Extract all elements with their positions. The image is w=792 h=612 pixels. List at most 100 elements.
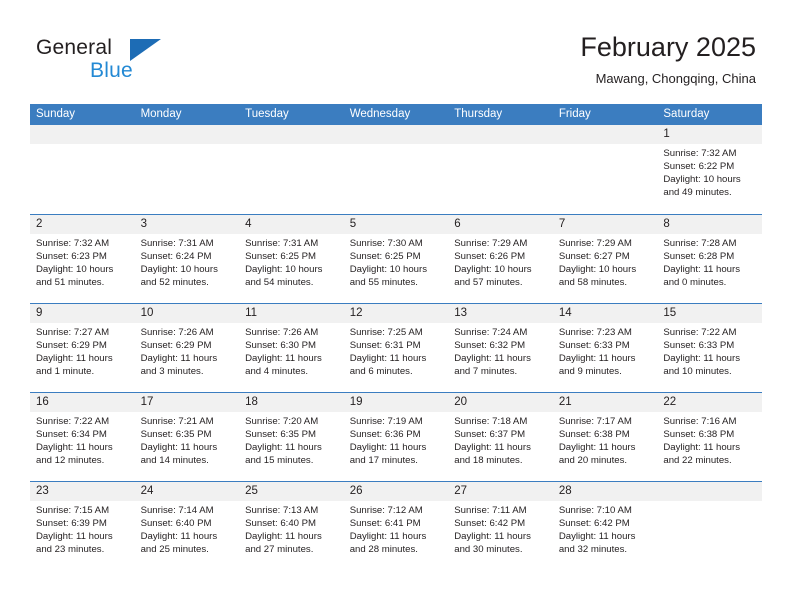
weekday-header-row: Sunday Monday Tuesday Wednesday Thursday… bbox=[30, 104, 762, 125]
sunset-text: Sunset: 6:41 PM bbox=[349, 518, 421, 530]
calendar-day-cell[interactable]: 16 Sunrise: 7:22 AM Sunset: 6:34 PM Dayligh… bbox=[30, 393, 135, 481]
weekday-header-thursday: Thursday bbox=[454, 108, 503, 120]
daylight-text-line1: Daylight: 11 hours bbox=[454, 442, 531, 454]
calendar-day-cell[interactable]: 18 Sunrise: 7:20 AM Sunset: 6:35 PM Dayligh… bbox=[239, 393, 344, 481]
calendar-day-cell[interactable]: 15 Sunrise: 7:22 AM Sunset: 6:33 PM Dayligh… bbox=[657, 304, 762, 392]
calendar-day-cell[interactable]: 3 Sunrise: 7:31 AM Sunset: 6:24 PM Daylight… bbox=[134, 215, 240, 303]
day-number: 8 bbox=[657, 215, 762, 234]
calendar-day-cell[interactable]: 25 Sunrise: 7:13 AM Sunset: 6:40 PM Dayligh… bbox=[239, 482, 344, 570]
page-header: General Blue February 2025 Mawang, Chong… bbox=[0, 0, 792, 104]
calendar-day-cell[interactable]: 8 Sunrise: 7:28 AM Sunset: 6:28 PM Daylight… bbox=[657, 215, 762, 303]
sunrise-text: Sunrise: 7:12 AM bbox=[349, 505, 423, 516]
logo-text-blue: Blue bbox=[90, 59, 133, 82]
daylight-text-line2: and 49 minutes. bbox=[663, 187, 732, 199]
calendar-day-cell[interactable]: 19 Sunrise: 7:19 AM Sunset: 6:36 PM Dayligh… bbox=[343, 393, 449, 481]
sunrise-text: Sunrise: 7:24 AM bbox=[454, 327, 528, 338]
calendar-day-cell[interactable]: 10 Sunrise: 7:26 AM Sunset: 6:29 PM Dayligh… bbox=[134, 304, 240, 392]
day-sun-info: Sunrise: 7:15 AM Sunset: 6:39 PM Daylight:… bbox=[30, 501, 135, 556]
calendar-day-cell[interactable]: 26 Sunrise: 7:12 AM Sunset: 6:41 PM Dayligh… bbox=[343, 482, 449, 570]
sunset-text: Sunset: 6:24 PM bbox=[140, 251, 212, 263]
calendar-day-cell[interactable]: 7 Sunrise: 7:29 AM Sunset: 6:27 PM Daylight… bbox=[552, 215, 658, 303]
daylight-text-line1: Daylight: 11 hours bbox=[36, 442, 113, 454]
calendar-day-cell[interactable]: 22 Sunrise: 7:16 AM Sunset: 6:38 PM Dayligh… bbox=[657, 393, 762, 481]
day-number: 26 bbox=[343, 482, 449, 501]
daylight-text-line1: Daylight: 11 hours bbox=[349, 353, 427, 365]
daylight-text-line2: and 14 minutes. bbox=[140, 455, 209, 467]
day-number: 14 bbox=[552, 304, 658, 323]
daylight-text-line1: Daylight: 11 hours bbox=[454, 531, 531, 543]
sunrise-text: Sunrise: 7:13 AM bbox=[245, 505, 319, 516]
day-sun-info: Sunrise: 7:12 AM Sunset: 6:41 PM Daylight:… bbox=[344, 501, 449, 556]
calendar-day-cell[interactable]: 1 Sunrise: 7:32 AM Sunset: 6:22 PM Daylight… bbox=[657, 125, 762, 214]
weekday-header-saturday: Saturday bbox=[663, 108, 710, 120]
day-number: 27 bbox=[448, 482, 553, 501]
daylight-text-line1: Daylight: 11 hours bbox=[140, 353, 218, 365]
weekday-header-tuesday: Tuesday bbox=[245, 108, 289, 120]
sunrise-text: Sunrise: 7:20 AM bbox=[245, 416, 319, 427]
calendar-day-cell[interactable]: 4 Sunrise: 7:31 AM Sunset: 6:25 PM Daylight… bbox=[239, 215, 344, 303]
calendar-page: General Blue February 2025 Mawang, Chong… bbox=[0, 0, 792, 612]
day-sun-info: Sunrise: 7:31 AM Sunset: 6:25 PM Daylight:… bbox=[239, 234, 344, 289]
sunset-text: Sunset: 6:29 PM bbox=[140, 340, 212, 352]
daylight-text-line1: Daylight: 11 hours bbox=[663, 353, 740, 365]
daylight-text-line1: Daylight: 11 hours bbox=[245, 353, 322, 365]
calendar-day-cell[interactable]: 23 Sunrise: 7:15 AM Sunset: 6:39 PM Dayligh… bbox=[30, 482, 135, 570]
sunset-text: Sunset: 6:33 PM bbox=[558, 340, 630, 352]
sunrise-text: Sunrise: 7:25 AM bbox=[349, 327, 423, 338]
day-number bbox=[239, 125, 344, 144]
daylight-text-line2: and 0 minutes. bbox=[663, 277, 727, 289]
calendar-day-cell[interactable]: 24 Sunrise: 7:14 AM Sunset: 6:40 PM Dayligh… bbox=[134, 482, 240, 570]
daylight-text-line2: and 6 minutes. bbox=[349, 366, 413, 378]
sunrise-text: Sunrise: 7:26 AM bbox=[245, 327, 319, 338]
calendar-day-cell[interactable]: 5 Sunrise: 7:30 AM Sunset: 6:25 PM Daylight… bbox=[343, 215, 449, 303]
calendar-day-cell[interactable]: 2 Sunrise: 7:32 AM Sunset: 6:23 PM Daylight… bbox=[30, 215, 135, 303]
day-sun-info: Sunrise: 7:32 AM Sunset: 6:22 PM Daylight:… bbox=[657, 144, 762, 199]
sunrise-text: Sunrise: 7:16 AM bbox=[663, 416, 737, 427]
daylight-text-line2: and 32 minutes. bbox=[558, 544, 628, 556]
calendar-day-cell[interactable]: 27 Sunrise: 7:11 AM Sunset: 6:42 PM Dayligh… bbox=[448, 482, 553, 570]
calendar-day-cell-empty bbox=[343, 125, 449, 214]
calendar-day-cell[interactable]: 28 Sunrise: 7:10 AM Sunset: 6:42 PM Dayligh… bbox=[552, 482, 658, 570]
day-sun-info: Sunrise: 7:18 AM Sunset: 6:37 PM Daylight:… bbox=[448, 412, 553, 467]
daylight-text-line1: Daylight: 10 hours bbox=[349, 264, 428, 276]
calendar-day-cell[interactable]: 20 Sunrise: 7:18 AM Sunset: 6:37 PM Dayligh… bbox=[448, 393, 553, 481]
page-subtitle: Mawang, Chongqing, China bbox=[595, 71, 756, 86]
calendar-day-cell[interactable]: 21 Sunrise: 7:17 AM Sunset: 6:38 PM Dayligh… bbox=[552, 393, 658, 481]
sunrise-text: Sunrise: 7:11 AM bbox=[454, 505, 527, 516]
day-number: 15 bbox=[657, 304, 762, 323]
calendar-day-cell[interactable]: 11 Sunrise: 7:26 AM Sunset: 6:30 PM Dayligh… bbox=[239, 304, 344, 392]
sunset-text: Sunset: 6:37 PM bbox=[454, 429, 526, 441]
sunrise-text: Sunrise: 7:23 AM bbox=[558, 327, 632, 338]
day-sun-info: Sunrise: 7:24 AM Sunset: 6:32 PM Daylight:… bbox=[448, 323, 553, 378]
day-number: 21 bbox=[552, 393, 658, 412]
calendar-day-cell[interactable]: 6 Sunrise: 7:29 AM Sunset: 6:26 PM Daylight… bbox=[448, 215, 553, 303]
calendar-day-cell[interactable]: 9 Sunrise: 7:27 AM Sunset: 6:29 PM Daylight… bbox=[30, 304, 135, 392]
day-sun-info: Sunrise: 7:16 AM Sunset: 6:38 PM Daylight:… bbox=[657, 412, 762, 467]
daylight-text-line2: and 22 minutes. bbox=[663, 455, 732, 467]
daylight-text-line1: Daylight: 11 hours bbox=[140, 531, 218, 543]
calendar-day-cell[interactable]: 12 Sunrise: 7:25 AM Sunset: 6:31 PM Dayligh… bbox=[343, 304, 449, 392]
daylight-text-line2: and 4 minutes. bbox=[245, 366, 309, 378]
daylight-text-line2: and 3 minutes. bbox=[140, 366, 204, 378]
day-number: 23 bbox=[30, 482, 135, 501]
sunset-text: Sunset: 6:25 PM bbox=[245, 251, 317, 263]
day-sun-info: Sunrise: 7:26 AM Sunset: 6:29 PM Daylight:… bbox=[135, 323, 240, 378]
day-number bbox=[552, 125, 658, 144]
calendar-day-cell[interactable]: 17 Sunrise: 7:21 AM Sunset: 6:35 PM Dayligh… bbox=[134, 393, 240, 481]
day-number: 1 bbox=[657, 125, 762, 144]
daylight-text-line1: Daylight: 11 hours bbox=[140, 442, 218, 454]
sunset-text: Sunset: 6:42 PM bbox=[558, 518, 630, 530]
day-sun-info: Sunrise: 7:17 AM Sunset: 6:38 PM Daylight:… bbox=[553, 412, 658, 467]
day-sun-info: Sunrise: 7:27 AM Sunset: 6:29 PM Daylight:… bbox=[30, 323, 135, 378]
calendar-day-cell[interactable]: 14 Sunrise: 7:23 AM Sunset: 6:33 PM Dayligh… bbox=[552, 304, 658, 392]
sunset-text: Sunset: 6:40 PM bbox=[245, 518, 317, 530]
sunrise-text: Sunrise: 7:29 AM bbox=[558, 238, 632, 249]
calendar-day-cell-empty bbox=[448, 125, 553, 214]
sunset-text: Sunset: 6:36 PM bbox=[349, 429, 421, 441]
daylight-text-line1: Daylight: 10 hours bbox=[663, 174, 741, 186]
daylight-text-line2: and 12 minutes. bbox=[36, 455, 105, 467]
day-number: 28 bbox=[552, 482, 658, 501]
sunrise-text: Sunrise: 7:31 AM bbox=[140, 238, 214, 249]
daylight-text-line2: and 52 minutes. bbox=[140, 277, 209, 289]
calendar-day-cell[interactable]: 13 Sunrise: 7:24 AM Sunset: 6:32 PM Dayligh… bbox=[448, 304, 553, 392]
